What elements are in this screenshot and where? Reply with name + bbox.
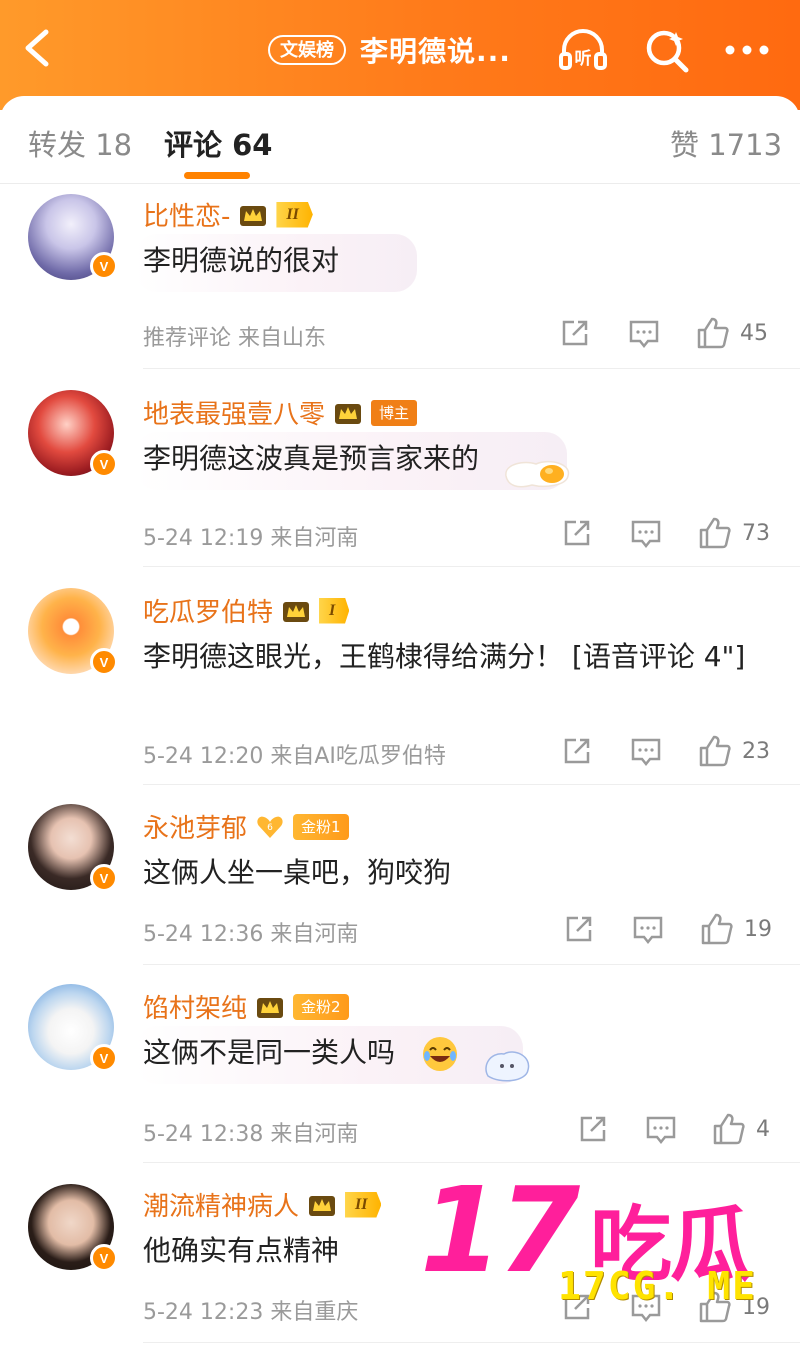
like-count: 45 [740,321,768,346]
like-icon[interactable] [696,316,730,350]
crown-icon [257,997,284,1018]
comment-text: 李明德这波真是预言家来的 [143,442,480,475]
username-row: 永池芽郁 6 金粉1 [143,808,349,845]
repost-icon[interactable] [560,318,590,348]
like-count: 23 [742,739,770,764]
username[interactable]: 潮流精神病人 [143,1186,299,1223]
username-row: 馅村架纯 金粉2 [143,988,349,1025]
verified-badge-icon: V [90,864,118,892]
level-badge: II [345,1191,382,1218]
username[interactable]: 地表最强壹八零 [143,394,325,431]
comment-icon[interactable] [645,1114,677,1146]
tab-likes[interactable]: 赞 1713 [670,122,782,164]
watermark-logo-number: 17 [420,1161,580,1299]
comment-meta: 5-24 12:23 来自重庆 [143,1300,359,1325]
crown-icon [335,403,362,424]
level-badge: II [276,201,313,228]
top-bar: 文娱榜 李明德说... 听 [0,0,800,110]
comment-meta: 推荐评论 来自山东 [143,326,326,351]
comment-text: 李明德这眼光，王鹤棣得给满分！ [语音评论 4"] [143,640,746,673]
verified-badge-icon: V [90,252,118,280]
svg-text:6: 6 [267,823,273,833]
username-row: 潮流精神病人 II [143,1186,382,1223]
username-row: 比性恋- II [143,196,313,233]
comment-item: V 馅村架纯 金粉2 这俩不是同一类人吗 5-24 12:38 来自河南 4 [0,966,800,1164]
more-icon[interactable] [722,26,772,74]
divider [143,964,800,965]
verified-badge-icon: V [90,648,118,676]
like-count: 73 [742,521,770,546]
tab-comments[interactable]: 评论 64 [164,122,272,164]
listen-icon-text: 听 [575,48,592,69]
laughing-emoji-icon [423,1037,457,1071]
verified-badge-icon: V [90,1244,118,1272]
comment-icon[interactable] [628,318,660,350]
like-count: 19 [744,917,772,942]
fan-heart-icon: 6 [257,816,283,838]
repost-icon[interactable] [562,518,592,548]
comment-item: V 比性恋- II 李明德说的很对 推荐评论 来自山东 45 [0,190,800,370]
blogger-badge: 博主 [371,399,418,426]
username[interactable]: 馅村架纯 [143,988,247,1025]
level-badge: I [319,597,350,624]
comment-item: V 永池芽郁 6 金粉1 这俩人坐一桌吧，狗咬狗 5-24 12:36 来自河南… [0,786,800,966]
back-icon[interactable] [18,26,58,70]
crown-icon [240,205,267,226]
search-icon[interactable] [642,26,692,74]
divider [143,368,800,369]
divider [143,784,800,785]
fan-level-badge: 金粉1 [293,813,349,840]
cat-sticker-icon [485,1051,530,1082]
like-icon[interactable] [698,734,732,768]
comment-meta: 5-24 12:19 来自河南 [143,526,359,551]
comment-text: 这俩人坐一桌吧，狗咬狗 [143,856,452,889]
like-count: 4 [756,1117,770,1142]
comment-meta: 5-24 12:20 来自AI吃瓜罗伯特 [143,744,446,769]
repost-icon[interactable] [578,1114,608,1144]
page-title: 李明德说... [360,35,511,68]
repost-icon[interactable] [564,914,594,944]
active-tab-indicator [184,172,250,179]
comment-item: V 地表最强壹八零 博主 李明德这波真是预言家来的 5-24 12:19 来自河… [0,370,800,568]
crown-icon [309,1195,336,1216]
comment-meta: 5-24 12:38 来自河南 [143,1122,359,1147]
username[interactable]: 永池芽郁 [143,808,247,845]
like-icon[interactable] [698,516,732,550]
tab-bar: 转发 18 评论 64 赞 1713 [0,96,800,184]
comment-icon[interactable] [630,518,662,550]
watermark-url: 17CG. ME [558,1264,758,1308]
username[interactable]: 比性恋- [143,196,230,233]
divider [143,566,800,567]
fan-level-badge: 金粉2 [293,993,349,1020]
username-row: 吃瓜罗伯特 I [143,592,350,629]
like-icon[interactable] [700,912,734,946]
repost-icon[interactable] [562,736,592,766]
divider [143,1342,800,1343]
comment-text: 李明德说的很对 [143,244,340,277]
comment-item: V 吃瓜罗伯特 I 李明德这眼光，王鹤棣得给满分！ [语音评论 4"] 5-24… [0,568,800,786]
verified-badge-icon: V [90,1044,118,1072]
tab-repost[interactable]: 转发 18 [28,122,132,164]
comment-icon[interactable] [632,914,664,946]
crown-icon [283,601,310,622]
title-area: 文娱榜 李明德说... [268,30,511,70]
verified-badge-icon: V [90,450,118,478]
username-row: 地表最强壹八零 博主 [143,394,418,431]
comment-meta: 5-24 12:36 来自河南 [143,922,359,947]
like-icon[interactable] [712,1112,746,1146]
comment-text: 这俩不是同一类人吗 [143,1036,396,1069]
username[interactable]: 吃瓜罗伯特 [143,592,273,629]
listen-icon[interactable]: 听 [558,26,608,74]
hot-list-tag[interactable]: 文娱榜 [268,35,346,65]
comment-icon[interactable] [630,736,662,768]
